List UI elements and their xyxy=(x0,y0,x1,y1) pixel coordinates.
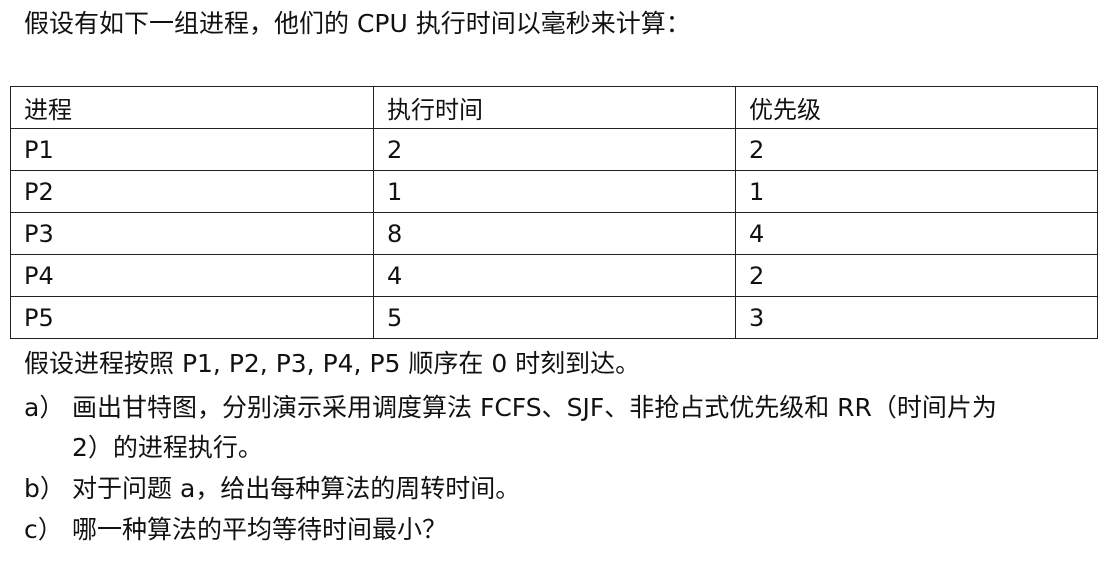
question-text: 画出甘特图，分别演示采用调度算法 FCFS、SJF、非抢占式优先级和 RR（时间… xyxy=(72,393,997,422)
table-row: P5 5 3 xyxy=(10,296,1098,339)
question-text-continued: 2）的进程执行。 xyxy=(72,433,263,462)
cell-process: P5 xyxy=(10,296,374,339)
question-marker: c） xyxy=(24,515,63,544)
header-exec-time: 执行时间 xyxy=(373,86,736,129)
table-row: P3 8 4 xyxy=(10,212,1098,255)
question-a: a） 画出甘特图，分别演示采用调度算法 FCFS、SJF、非抢占式优先级和 RR… xyxy=(24,388,1104,468)
cell-exec-time: 1 xyxy=(373,170,736,213)
question-marker: b） xyxy=(24,474,65,503)
question-b: b） 对于问题 a，给出每种算法的周转时间。 xyxy=(24,469,1104,509)
table-row: P2 1 1 xyxy=(10,170,1098,213)
process-table: 进程 执行时间 优先级 P1 2 2 P2 1 1 P3 8 4 P4 4 2 … xyxy=(10,86,1098,339)
arrival-note: 假设进程按照 P1, P2, P3, P4, P5 顺序在 0 时刻到达。 xyxy=(24,349,641,378)
cell-process: P1 xyxy=(10,128,374,171)
question-text: 哪一种算法的平均等待时间最小？ xyxy=(72,515,448,544)
cell-exec-time: 2 xyxy=(373,128,736,171)
cell-priority: 4 xyxy=(735,212,1098,255)
cell-priority: 2 xyxy=(735,254,1098,297)
intro-text: 假设有如下一组进程，他们的 CPU 执行时间以毫秒来计算： xyxy=(24,9,691,38)
header-priority: 优先级 xyxy=(735,86,1098,129)
cell-exec-time: 5 xyxy=(373,296,736,339)
question-list: a） 画出甘特图，分别演示采用调度算法 FCFS、SJF、非抢占式优先级和 RR… xyxy=(24,388,1104,551)
table-header-row: 进程 执行时间 优先级 xyxy=(10,86,1098,129)
cell-process: P4 xyxy=(10,254,374,297)
question-marker: a） xyxy=(24,393,65,422)
cell-process: P3 xyxy=(10,212,374,255)
question-text: 对于问题 a，给出每种算法的周转时间。 xyxy=(72,474,521,503)
cell-exec-time: 8 xyxy=(373,212,736,255)
table-row: P1 2 2 xyxy=(10,128,1098,171)
cell-priority: 3 xyxy=(735,296,1098,339)
cell-exec-time: 4 xyxy=(373,254,736,297)
cell-priority: 1 xyxy=(735,170,1098,213)
header-process: 进程 xyxy=(10,86,374,129)
cell-process: P2 xyxy=(10,170,374,213)
question-c: c） 哪一种算法的平均等待时间最小？ xyxy=(24,510,1104,550)
cell-priority: 2 xyxy=(735,128,1098,171)
table-row: P4 4 2 xyxy=(10,254,1098,297)
